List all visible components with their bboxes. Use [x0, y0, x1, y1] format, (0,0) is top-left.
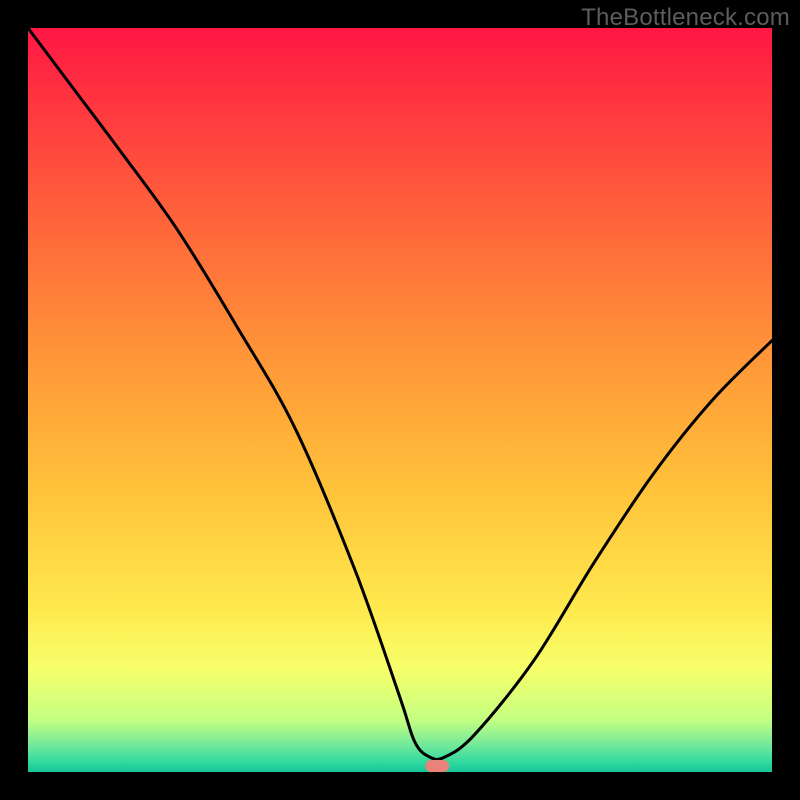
optimal-marker	[425, 760, 449, 772]
chart-frame: TheBottleneck.com	[0, 0, 800, 800]
gradient-rect	[28, 28, 772, 772]
watermark-text: TheBottleneck.com	[581, 4, 790, 32]
chart-svg	[28, 28, 772, 772]
plot-area	[28, 28, 772, 772]
